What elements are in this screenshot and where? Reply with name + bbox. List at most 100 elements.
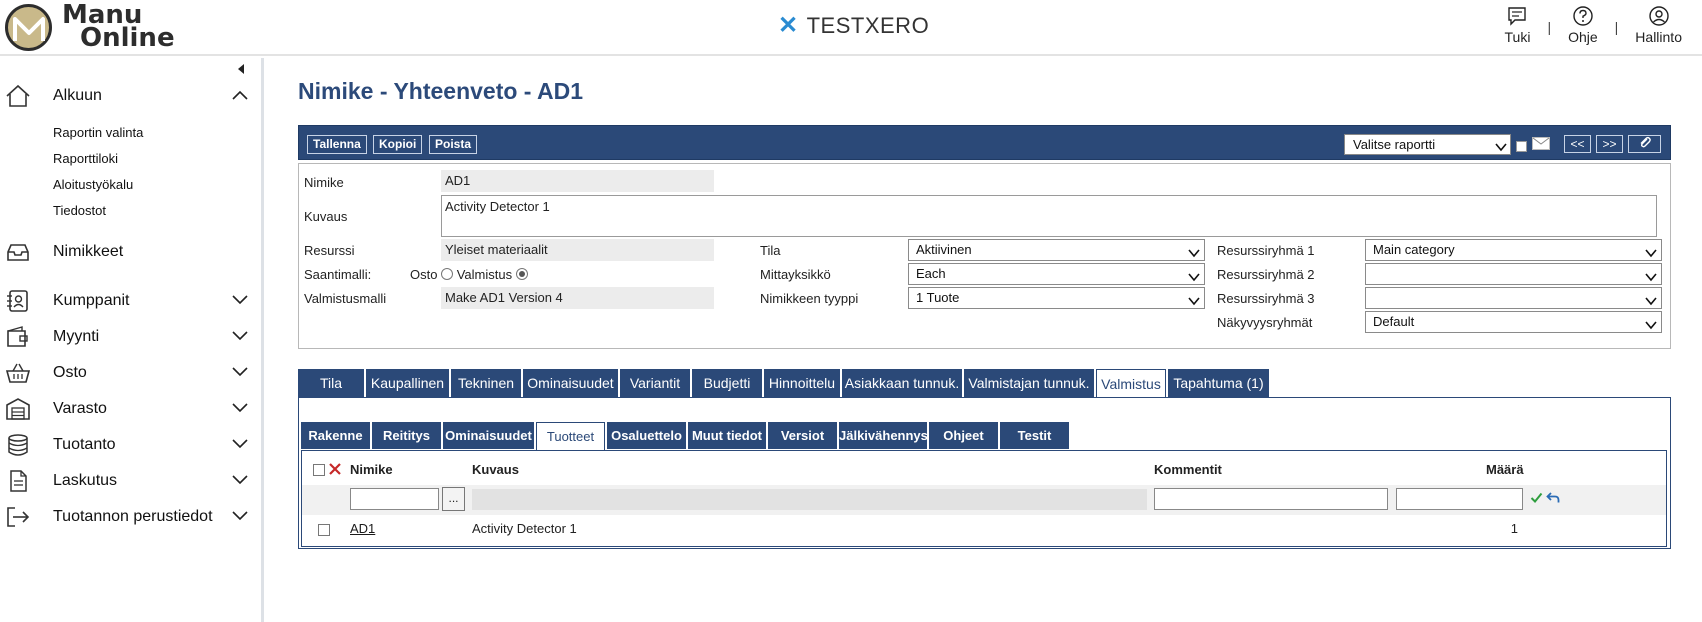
subtab-rakenne[interactable]: Rakenne <box>301 422 370 449</box>
nimikkeen-tyyppi-label: Nimikkeen tyyppi <box>760 291 859 306</box>
chevron-down-icon <box>1188 244 1200 264</box>
tab-valmistus[interactable]: Valmistus <box>1096 369 1166 398</box>
sidebar-item-nimikkeet[interactable]: Nimikkeet <box>0 237 260 267</box>
subtab-testit[interactable]: Testit <box>1000 422 1069 449</box>
column-header-maara[interactable]: Määrä <box>1486 462 1524 477</box>
delete-selected-icon[interactable] <box>328 462 342 479</box>
browse-nimike-button[interactable]: ... <box>442 487 465 511</box>
column-header-kommentit[interactable]: Kommentit <box>1154 462 1222 477</box>
attachment-button[interactable] <box>1628 135 1661 153</box>
sidebar-item-tuotannon-perustiedot[interactable]: Tuotannon perustiedot <box>0 502 260 532</box>
nimike-field[interactable]: AD1 <box>441 170 714 192</box>
subtab-ominaisuudet[interactable]: Ominaisuudet <box>443 422 534 449</box>
nimikkeen-tyyppi-select[interactable]: 1 Tuote <box>908 287 1205 309</box>
tab-hinnoittelu[interactable]: Hinnoittelu <box>764 369 840 397</box>
nav-separator: | <box>1614 19 1619 35</box>
sidebar-item-osto[interactable]: Osto <box>0 358 260 388</box>
sidebar-item-label: Kumppanit <box>53 292 130 309</box>
sidebar: Alkuun Raportin valinta Raporttiloki Alo… <box>0 58 264 622</box>
subtab-versiot[interactable]: Versiot <box>768 422 837 449</box>
sidebar-item-varasto[interactable]: Varasto <box>0 394 260 424</box>
tab-asiakkaan-tunnuk[interactable]: Asiakkaan tunnuk. <box>842 369 962 397</box>
nimikkeen-tyyppi-select-value: 1 Tuote <box>916 290 960 305</box>
wallet-icon <box>5 325 31 349</box>
collapse-sidebar-icon[interactable] <box>236 62 246 78</box>
save-button[interactable]: Tallenna <box>307 135 367 154</box>
resurssiryhma2-select[interactable] <box>1365 263 1662 285</box>
sign-out-icon <box>5 505 31 529</box>
subitem-aloitustyokalu[interactable]: Aloitustyökalu <box>53 177 133 192</box>
sidebar-item-tuotanto[interactable]: Tuotanto <box>0 430 260 460</box>
mittayksikko-select[interactable]: Each <box>908 263 1205 285</box>
row-checkbox[interactable] <box>318 524 330 536</box>
next-record-button[interactable]: >> <box>1596 135 1623 153</box>
tila-select[interactable]: Aktiivinen <box>908 239 1205 261</box>
confirm-row-icon[interactable] <box>1530 491 1543 507</box>
row-nimike-link[interactable]: AD1 <box>350 521 375 536</box>
tab-budjetti[interactable]: Budjetti <box>692 369 762 397</box>
subtab-muut-tiedot[interactable]: Muut tiedot <box>688 422 766 449</box>
subtab-jalkivahennys[interactable]: Jälkivähennys <box>839 422 928 449</box>
sidebar-item-alkuun[interactable]: Alkuun <box>0 81 260 111</box>
nakyvyysryhmat-select[interactable]: Default <box>1365 311 1662 333</box>
top-nav: Tuki | Ohje | Hallinto <box>1504 5 1682 45</box>
valmistusmalli-field[interactable]: Make AD1 Version 4 <box>441 287 714 309</box>
tab-ominaisuudet[interactable]: Ominaisuudet <box>523 369 618 397</box>
subitem-raporttiloki[interactable]: Raporttiloki <box>53 151 118 166</box>
report-select[interactable]: Valitse raportti <box>1344 134 1511 155</box>
resurssiryhma3-select[interactable] <box>1365 287 1662 309</box>
help-link[interactable]: Ohje <box>1568 5 1598 45</box>
admin-link[interactable]: Hallinto <box>1635 5 1682 45</box>
sidebar-item-label: Varasto <box>53 400 107 417</box>
chevron-down-icon <box>232 473 248 488</box>
tab-kaupallinen[interactable]: Kaupallinen <box>366 369 449 397</box>
subtab-osaluettelo[interactable]: Osaluettelo <box>607 422 686 449</box>
tab-tekninen[interactable]: Tekninen <box>451 369 521 397</box>
valmistus-tab-panel: Rakenne Reititys Ominaisuudet Tuotteet O… <box>298 397 1671 549</box>
row-maara: 1 <box>1510 521 1518 536</box>
resurssiryhma1-select[interactable]: Main category <box>1365 239 1662 261</box>
column-header-nimike[interactable]: Nimike <box>350 462 393 477</box>
delete-button[interactable]: Poista <box>429 135 478 154</box>
subtab-reititys[interactable]: Reititys <box>372 422 441 449</box>
undo-icon[interactable] <box>1546 491 1560 507</box>
subtab-tuotteet[interactable]: Tuotteet <box>536 422 605 450</box>
tab-variantit[interactable]: Variantit <box>620 369 690 397</box>
new-nimike-input[interactable] <box>350 488 439 510</box>
osto-radio[interactable] <box>441 268 454 280</box>
copy-button[interactable]: Kopioi <box>373 135 423 154</box>
sidebar-item-myynti[interactable]: Myynti <box>0 322 260 352</box>
report-checkbox[interactable] <box>1516 141 1527 152</box>
column-header-kuvaus[interactable]: Kuvaus <box>472 462 519 477</box>
support-label: Tuki <box>1504 29 1531 45</box>
subitem-raportin-valinta[interactable]: Raportin valinta <box>53 125 143 140</box>
new-row-inputs: ... <box>302 485 1666 515</box>
tab-tapahtuma[interactable]: Tapahtuma (1) <box>1168 369 1269 397</box>
new-kommentit-input[interactable] <box>1154 488 1388 510</box>
valmistus-radio[interactable] <box>515 268 528 280</box>
sidebar-item-label: Alkuun <box>53 87 102 104</box>
logo-mark-icon <box>5 3 52 51</box>
previous-record-button[interactable]: << <box>1564 135 1591 153</box>
sidebar-item-kumppanit[interactable]: Kumppanit <box>0 286 260 316</box>
valmistusmalli-label: Valmistusmalli <box>304 291 387 306</box>
sidebar-item-label: Myynti <box>53 328 100 345</box>
brand-name: TESTXERO <box>806 12 930 38</box>
subtab-ohjeet[interactable]: Ohjeet <box>929 422 998 449</box>
chevron-down-icon <box>1645 268 1657 288</box>
resurssi-field[interactable]: Yleiset materiaalit <box>441 239 714 261</box>
tab-tila[interactable]: Tila <box>298 369 364 397</box>
sidebar-item-laskutus[interactable]: Laskutus <box>0 466 260 496</box>
top-bar: Manu Online ✕ TESTXERO Tuki | Ohje | Hal… <box>0 0 1702 56</box>
kuvaus-textarea[interactable]: Activity Detector 1 <box>441 195 1657 237</box>
select-all-checkbox[interactable] <box>313 464 325 476</box>
tab-valmistajan-tunnuk[interactable]: Valmistajan tunnuk. <box>964 369 1094 397</box>
manu-online-logo[interactable]: Manu Online <box>5 2 175 52</box>
table-row[interactable]: AD1 Activity Detector 1 1 <box>302 515 1666 543</box>
chevron-down-icon <box>1188 292 1200 312</box>
new-maara-input[interactable] <box>1396 488 1523 510</box>
mail-icon[interactable] <box>1532 137 1550 153</box>
support-link[interactable]: Tuki <box>1504 5 1531 45</box>
invoice-icon <box>5 469 31 493</box>
subitem-tiedostot[interactable]: Tiedostot <box>53 203 106 218</box>
